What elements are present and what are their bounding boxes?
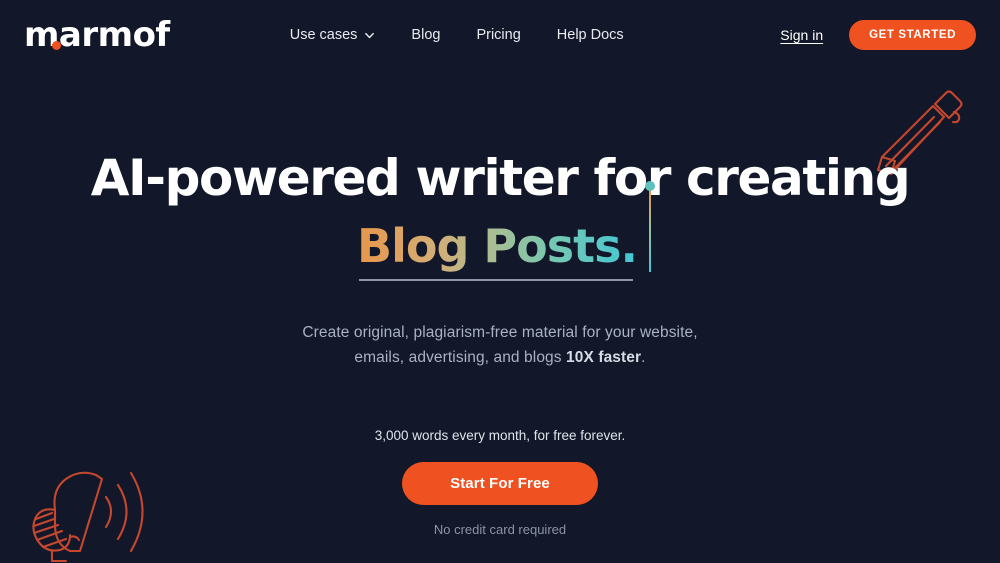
typed-headline-underline xyxy=(359,279,634,281)
hero-subtitle-line2-pre: emails, advertising, and blogs xyxy=(354,348,567,366)
page-title: AI-powered writer for creating xyxy=(90,149,911,207)
brand-logo[interactable]: marmof xyxy=(24,18,170,52)
nav-item-help-docs[interactable]: Help Docs xyxy=(557,27,624,43)
nav-item-use-cases-label: Use cases xyxy=(289,27,358,43)
hero-subtitle: Create original, plagiarism-free materia… xyxy=(0,320,1000,370)
hero-section: AI-powered writer for creating Blog Post… xyxy=(0,70,1000,563)
hero-subtitle-emphasis: 10X faster xyxy=(566,348,642,366)
free-words-note: 3,000 words every month, for free foreve… xyxy=(374,427,626,443)
hero-subtitle-line2-post: . xyxy=(641,348,646,366)
nav-item-pricing-label: Pricing xyxy=(476,27,521,43)
hero-subtitle-line1: Create original, plagiarism-free materia… xyxy=(302,323,698,341)
header-actions: Sign in GET STARTED xyxy=(780,20,976,50)
chevron-down-icon xyxy=(364,30,375,41)
nav-item-blog[interactable]: Blog xyxy=(411,27,440,43)
typed-caret-icon xyxy=(644,181,655,272)
sign-in-link[interactable]: Sign in xyxy=(780,27,823,43)
nav-item-use-cases[interactable]: Use cases xyxy=(290,27,376,43)
get-started-button[interactable]: GET STARTED xyxy=(849,20,976,50)
brand-logo-dot-icon xyxy=(52,41,61,50)
start-for-free-button[interactable]: Start For Free xyxy=(402,461,598,505)
nav-item-blog-label: Blog xyxy=(411,27,441,43)
no-credit-card-note: No credit card required xyxy=(433,521,567,537)
nav-item-help-docs-label: Help Docs xyxy=(556,27,624,43)
typed-caret-dot-icon xyxy=(644,181,655,191)
site-header: marmof Use cases Blog Pricing Help Docs … xyxy=(0,0,1000,70)
main-navigation: Use cases Blog Pricing Help Docs xyxy=(290,27,624,43)
typed-headline-text: Blog Posts. xyxy=(357,219,643,273)
brand-logo-text: marmof xyxy=(24,15,170,55)
nav-item-pricing[interactable]: Pricing xyxy=(476,27,520,43)
typed-headline: Blog Posts. xyxy=(357,181,655,281)
